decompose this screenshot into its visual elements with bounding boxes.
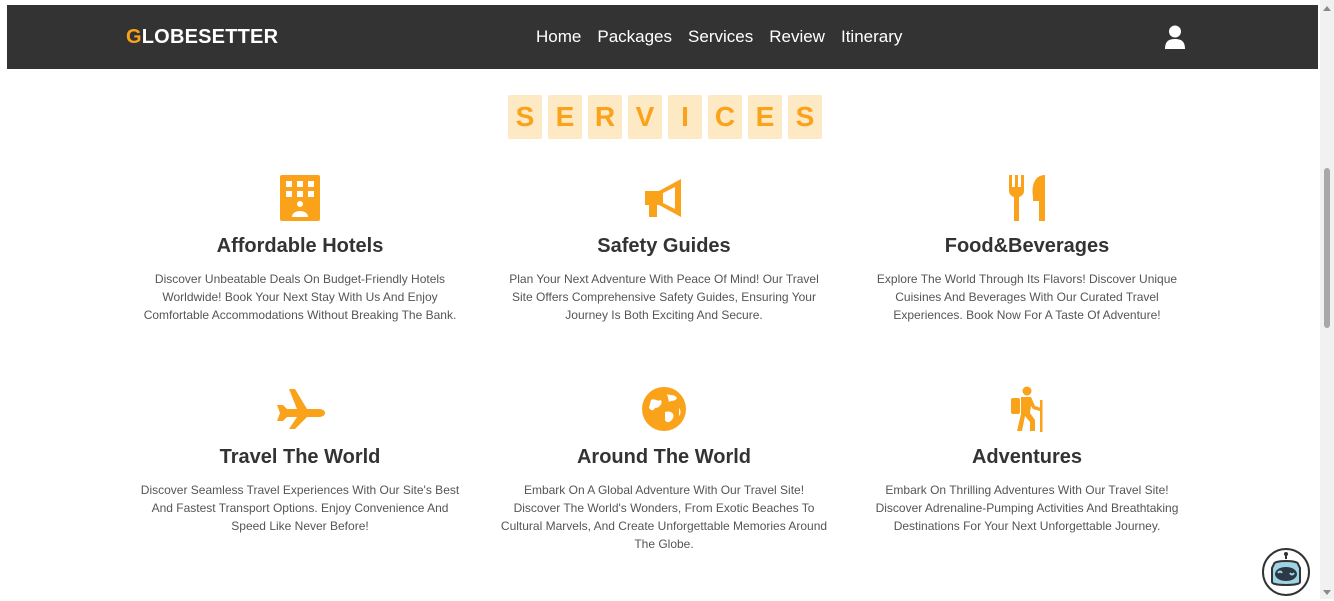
section-title: S E R V I C E S: [508, 95, 828, 139]
nav-link-itinerary[interactable]: Itinerary: [841, 27, 902, 47]
nav-link-home[interactable]: Home: [536, 27, 581, 47]
scrollbar-thumb[interactable]: [1324, 168, 1330, 328]
nav-link-review[interactable]: Review: [769, 27, 825, 47]
service-card-hotels: Affordable Hotels Discover Unbeatable De…: [130, 174, 470, 324]
service-card-food: Food&Beverages Explore The World Through…: [857, 174, 1197, 324]
utensils-icon: [1005, 174, 1049, 226]
scroll-down-arrow-icon[interactable]: [1323, 590, 1331, 595]
service-title: Food&Beverages: [944, 235, 1110, 257]
service-card-adventures: Adventures Embark On Thrilling Adventure…: [857, 386, 1197, 535]
service-card-safety: Safety Guides Plan Your Next Adventure W…: [494, 176, 834, 324]
service-description: Explore The World Through Its Flavors! D…: [876, 272, 1178, 322]
service-title: Travel The World: [219, 446, 381, 468]
title-letter: E: [548, 95, 582, 139]
globe-icon: [641, 386, 687, 437]
logo-first-letter: G: [126, 26, 142, 48]
service-title: Around The World: [576, 446, 752, 468]
service-title: Adventures: [971, 446, 1083, 468]
logo-rest: LOBESETTER: [141, 26, 279, 48]
title-letter: C: [708, 95, 742, 139]
title-letter: R: [588, 95, 622, 139]
title-letter: S: [508, 95, 542, 139]
nav-links: Home Packages Services Review Itinerary: [536, 5, 918, 69]
service-description: Discover Seamless Travel Experiences Wit…: [140, 483, 460, 533]
scroll-up-arrow-icon[interactable]: [1323, 6, 1331, 11]
title-letter: I: [668, 95, 702, 139]
plane-icon: [275, 387, 325, 436]
service-description: Embark On A Global Adventure With Our Tr…: [500, 483, 828, 551]
title-letter: E: [748, 95, 782, 139]
page-scrollbar[interactable]: [1320, 0, 1334, 599]
service-card-around-world: Around The World Embark On A Global Adve…: [494, 386, 834, 553]
chatbot-robot-icon[interactable]: [1262, 548, 1310, 596]
service-description: Embark On Thrilling Adventures With Our …: [875, 483, 1179, 533]
title-letter: V: [628, 95, 662, 139]
megaphone-icon: [641, 175, 687, 226]
service-card-travel: Travel The World Discover Seamless Trave…: [130, 387, 470, 535]
service-description: Plan Your Next Adventure With Peace Of M…: [509, 272, 819, 322]
title-letter: S: [788, 95, 822, 139]
hiking-icon: [1009, 386, 1045, 437]
nav-link-packages[interactable]: Packages: [597, 27, 672, 47]
service-description: Discover Unbeatable Deals On Budget-Frie…: [143, 272, 457, 322]
hotel-icon: [278, 174, 322, 226]
service-title: Safety Guides: [597, 235, 731, 257]
service-title: Affordable Hotels: [216, 235, 384, 257]
logo[interactable]: GLOBESETTER: [126, 5, 278, 69]
navbar: GLOBESETTER Home Packages Services Revie…: [7, 5, 1318, 69]
nav-link-services[interactable]: Services: [688, 27, 753, 47]
user-icon[interactable]: [1164, 25, 1186, 49]
